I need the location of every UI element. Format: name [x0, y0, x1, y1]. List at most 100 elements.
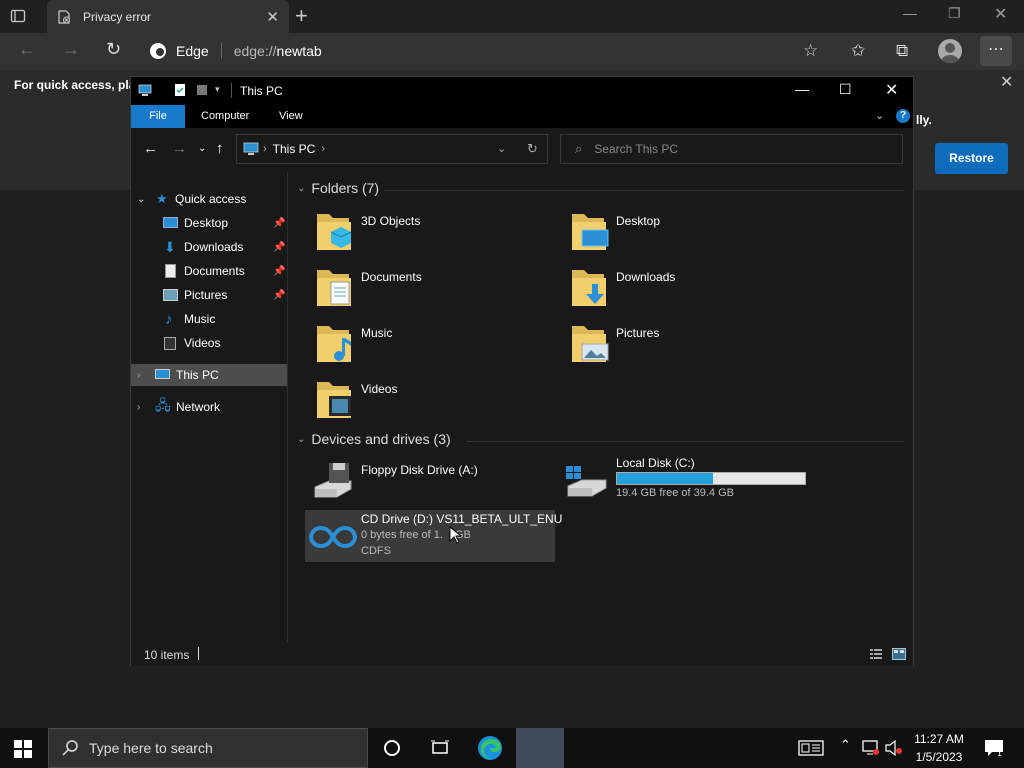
explorer-close-icon[interactable]: ✕: [885, 80, 898, 100]
add-favorite-icon[interactable]: ☆: [803, 41, 818, 61]
folder-name: Desktop: [616, 214, 661, 228]
profile-avatar[interactable]: [938, 39, 962, 63]
tab-actions-icon[interactable]: [10, 8, 26, 24]
nav-network[interactable]: › 🖧 Network: [131, 396, 287, 418]
more-options-icon[interactable]: ⋯: [980, 36, 1012, 66]
details-view-icon[interactable]: [869, 648, 883, 660]
folders-group-header[interactable]: ⌄ Folders (7): [297, 180, 379, 196]
browser-toolbar: ← → ↻ Edge edge://newtab ☆ ✩ ⧉ ⋯: [0, 33, 1024, 70]
address-bar[interactable]: Edge edge://newtab: [148, 37, 838, 65]
collapse-devices-icon[interactable]: ⌄: [297, 434, 305, 445]
navigation-pane: ⌄ ★ Quick access Desktop 📌 ⬇ Downloads 📌…: [131, 172, 288, 642]
taskbar-file-explorer-app[interactable]: [516, 728, 564, 768]
browser-tab[interactable]: Privacy error ✕: [47, 0, 289, 33]
taskbar-search-input[interactable]: Type here to search: [48, 728, 368, 768]
taskbar-edge-app[interactable]: [466, 728, 514, 768]
ribbon-tab-view[interactable]: View: [269, 105, 313, 128]
restore-window-icon[interactable]: ❐: [948, 5, 961, 22]
cortana-button[interactable]: [368, 728, 416, 768]
breadcrumb-separator-icon: ›: [263, 143, 267, 155]
notifications-icon[interactable]: 1: [984, 739, 1004, 757]
videos-icon: [164, 337, 176, 350]
close-window-icon[interactable]: ✕: [994, 4, 1007, 24]
ribbon-tab-file[interactable]: File: [131, 105, 185, 128]
nav-item-videos[interactable]: Videos: [131, 332, 287, 354]
folder-desktop[interactable]: Desktop: [570, 208, 810, 258]
folder-downloads-icon: [572, 270, 606, 306]
folder-3d-objects-icon: [317, 214, 352, 250]
drive-filesystem: CDFS: [361, 545, 391, 557]
breadcrumb-chevron-icon[interactable]: ›: [321, 143, 325, 155]
properties-icon[interactable]: [173, 83, 187, 97]
file-explorer-window: ▾ This PC — ☐ ✕ File Computer View ⌄ ? ←…: [130, 76, 914, 666]
folder-downloads[interactable]: Downloads: [570, 264, 810, 314]
folder-documents[interactable]: Documents: [315, 264, 555, 314]
explorer-minimize-icon[interactable]: —: [795, 81, 809, 97]
pin-icon: 📌: [273, 241, 286, 253]
taskbar: Type here to search ⌃ 11:27 AM 1/5/2023 …: [0, 728, 1024, 768]
nav-item-pictures[interactable]: Pictures 📌: [131, 284, 287, 306]
up-icon[interactable]: ↑: [216, 140, 224, 157]
new-tab-icon[interactable]: +: [295, 3, 308, 29]
infobar-close-icon[interactable]: ✕: [1000, 72, 1013, 92]
folder-music[interactable]: Music: [315, 320, 555, 370]
nav-item-downloads[interactable]: ⬇ Downloads 📌: [131, 236, 287, 258]
explorer-maximize-icon[interactable]: ☐: [839, 81, 852, 98]
nav-this-pc[interactable]: › This PC: [131, 364, 287, 386]
drive-floppy-a[interactable]: Floppy Disk Drive (A:): [305, 457, 555, 509]
nav-item-music[interactable]: ♪ Music: [131, 308, 287, 330]
nav-quick-access[interactable]: ⌄ ★ Quick access: [131, 188, 287, 210]
news-widget-icon[interactable]: [798, 740, 824, 756]
pictures-icon: [163, 289, 178, 301]
devices-group-header[interactable]: ⌄ Devices and drives (3): [297, 431, 451, 447]
tab-close-icon[interactable]: ✕: [266, 8, 279, 26]
address-refresh-icon[interactable]: ↻: [527, 141, 538, 157]
tab-title: Privacy error: [83, 9, 152, 24]
favorites-icon[interactable]: ✩: [851, 41, 865, 61]
folder-pictures[interactable]: Pictures: [570, 320, 810, 370]
address-dropdown-icon[interactable]: ⌄: [497, 142, 506, 155]
drive-cd-d[interactable]: CD Drive (D:) VS11_BETA_ULT_ENU 0 bytes …: [305, 510, 562, 562]
music-icon: ♪: [165, 310, 173, 328]
drive-name: Floppy Disk Drive (A:): [361, 463, 478, 477]
folders-header-label: Folders (7): [311, 180, 380, 196]
folder-name: Downloads: [616, 270, 676, 284]
nav-item-documents[interactable]: Documents 📌: [131, 260, 287, 282]
refresh-icon[interactable]: ↻: [106, 39, 121, 60]
explorer-search-input[interactable]: ⌕ Search This PC: [560, 134, 903, 164]
expand-network-icon[interactable]: ›: [137, 402, 140, 413]
windows-start-icon[interactable]: [14, 740, 32, 758]
back-icon[interactable]: ←: [18, 39, 36, 60]
recent-locations-icon[interactable]: ⌄: [198, 143, 206, 154]
folder-3d-objects[interactable]: 3D Objects: [315, 208, 555, 258]
explorer-address-bar[interactable]: › This PC › ⌄ ↻: [236, 134, 548, 164]
explorer-forward-icon[interactable]: →: [172, 140, 187, 157]
folder-name: 3D Objects: [361, 214, 421, 228]
expand-this-pc-icon[interactable]: ›: [137, 370, 140, 381]
devices-divider: [467, 441, 904, 442]
folders-divider: [384, 190, 904, 191]
help-icon[interactable]: ?: [896, 109, 910, 123]
search-icon: [62, 740, 78, 756]
new-folder-icon[interactable]: [195, 83, 209, 97]
breadcrumb[interactable]: This PC: [273, 142, 316, 156]
nav-item-desktop[interactable]: Desktop 📌: [131, 212, 287, 234]
clock-time[interactable]: 11:27 AM: [910, 732, 968, 746]
expand-ribbon-icon[interactable]: ⌄: [875, 109, 884, 122]
clock-date[interactable]: 1/5/2023: [910, 750, 968, 764]
forward-icon[interactable]: →: [62, 39, 80, 60]
expand-quick-access-icon[interactable]: ⌄: [137, 194, 145, 205]
minimize-icon[interactable]: —: [903, 5, 917, 21]
ribbon-tab-computer[interactable]: Computer: [191, 105, 259, 128]
large-icons-view-icon[interactable]: [892, 648, 906, 660]
collections-icon[interactable]: ⧉: [896, 41, 908, 61]
customize-toolbar-icon[interactable]: ▾: [215, 84, 229, 98]
show-hidden-icons-icon[interactable]: ⌃: [840, 737, 851, 753]
folder-videos[interactable]: Videos: [315, 376, 555, 426]
network-status-icon[interactable]: [862, 740, 880, 756]
task-view-button[interactable]: [416, 728, 464, 768]
explorer-back-icon[interactable]: ←: [143, 140, 158, 157]
restore-button[interactable]: Restore: [935, 143, 1008, 174]
volume-muted-icon[interactable]: [884, 740, 906, 756]
collapse-folders-icon[interactable]: ⌄: [297, 183, 305, 194]
